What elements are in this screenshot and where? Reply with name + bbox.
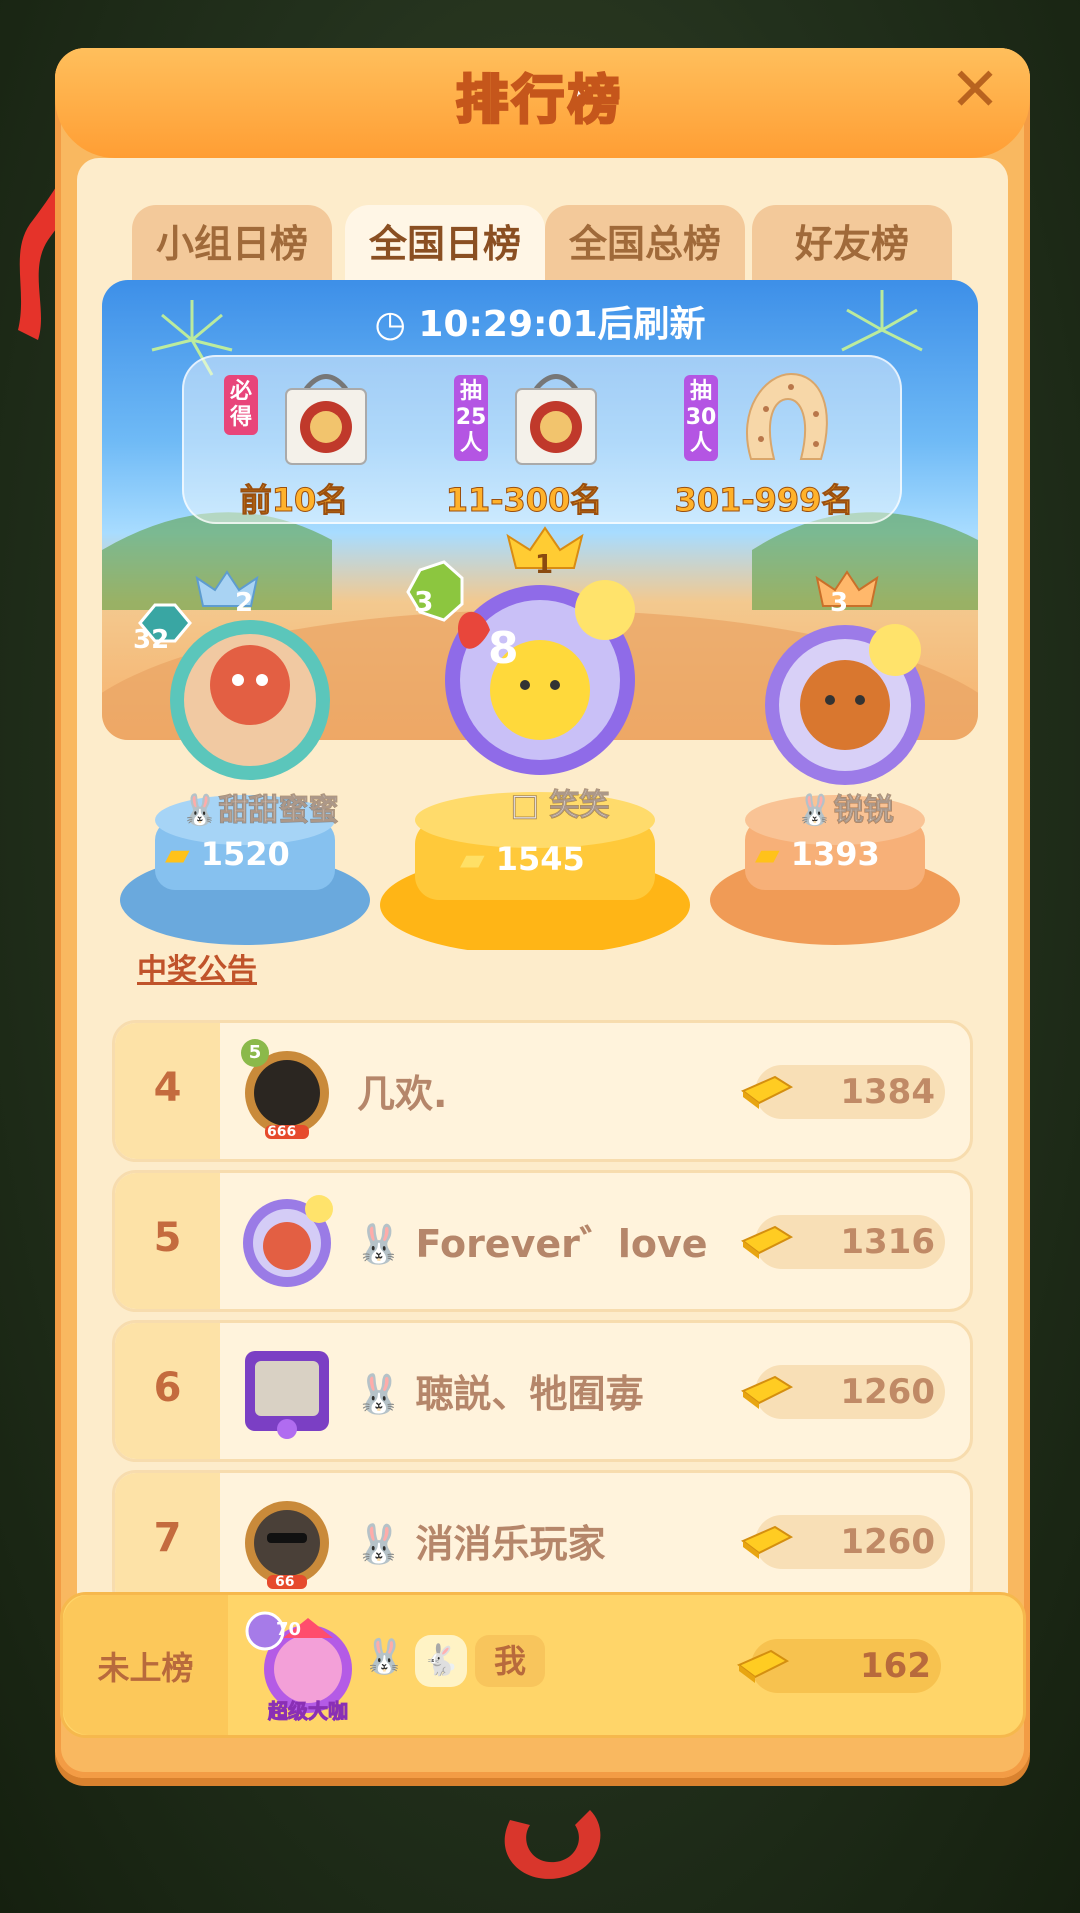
podium-1-avatar[interactable] bbox=[380, 520, 670, 790]
refresh-timer: ◷ 10:29:01后刷新 bbox=[0, 295, 1080, 347]
podium-1-badge: 8 bbox=[488, 623, 519, 674]
reward-range: 11-300名 bbox=[445, 481, 603, 520]
player-name: 几欢. bbox=[357, 1072, 448, 1116]
rabbit-badge-icon: 🐰 bbox=[796, 793, 834, 829]
podium-3-score: ▰ 1393 bbox=[755, 835, 880, 873]
ribbon-knot-decoration bbox=[504, 1810, 601, 1879]
avatar-badge: 666 bbox=[267, 1124, 297, 1140]
neck-pillow-icon bbox=[746, 372, 828, 460]
score-value: 1260 bbox=[840, 1372, 935, 1412]
rabbit-badge-icon: 🐰 bbox=[363, 1637, 406, 1677]
podium-1-place: 1 bbox=[535, 550, 554, 580]
rabbit-badge-icon: 🐰 bbox=[355, 1372, 416, 1416]
rabbit-badge-icon: 🐰 bbox=[355, 1222, 416, 1266]
tote-bag-icon bbox=[515, 374, 597, 465]
tab-friends[interactable]: 好友榜 bbox=[752, 205, 952, 285]
timer-text: 10:29:01后刷新 bbox=[418, 304, 706, 345]
winners-announcement-link[interactable]: 中奖公告 bbox=[137, 945, 257, 989]
title-badge: 超级大咖 bbox=[268, 1699, 349, 1724]
list-item[interactable]: 7 66 🐰 消消乐玩家 1260 bbox=[112, 1470, 973, 1612]
gold-bar-icon: ▰ bbox=[165, 835, 201, 873]
list-item[interactable]: 5 🐰 Forever゛love 1316 bbox=[112, 1170, 973, 1312]
reward-tag: 抽30人 bbox=[684, 375, 718, 461]
reward-tag: 抽25人 bbox=[454, 375, 488, 461]
tab-national-daily[interactable]: 全国日榜 bbox=[345, 205, 545, 285]
podium-1-level: 3 bbox=[414, 585, 434, 618]
reward-range: 301-999名 bbox=[674, 481, 854, 520]
bunny-icon: 🐇 bbox=[415, 1635, 467, 1687]
reward-tiers: 必得 前10名 抽25人 11-300名 抽30人 301-999名 bbox=[182, 355, 902, 524]
podium-1-name: □ 笑笑 bbox=[510, 788, 610, 824]
rank-number: 5 bbox=[153, 1215, 182, 1261]
rabbit-badge-icon: 🐰 bbox=[181, 793, 219, 829]
close-button[interactable]: ✕ bbox=[945, 60, 1005, 120]
close-icon: ✕ bbox=[949, 55, 1001, 125]
reward-tier-2[interactable]: 抽25人 11-300名 bbox=[414, 357, 634, 522]
rank-number: 4 bbox=[153, 1065, 182, 1111]
score-value: 1384 bbox=[840, 1072, 935, 1112]
clock-icon: ◷ bbox=[374, 304, 419, 345]
podium-2-score: ▰ 1520 bbox=[165, 835, 290, 873]
reward-tier-3[interactable]: 抽30人 301-999名 bbox=[644, 357, 884, 522]
my-name: 我 bbox=[475, 1635, 545, 1687]
reward-tier-1[interactable]: 必得 前10名 bbox=[184, 357, 404, 522]
avatar[interactable] bbox=[237, 1191, 337, 1291]
tab-group-daily[interactable]: 小组日榜 bbox=[132, 205, 332, 285]
reward-tag: 必得 bbox=[224, 375, 258, 435]
gold-bar-icon: ▰ bbox=[755, 835, 791, 873]
podium-3-name: 🐰锐锐 bbox=[796, 793, 894, 829]
my-rank-row[interactable]: 未上榜 70 超级大咖 🐰 🐇 我 162 bbox=[60, 1592, 1026, 1738]
gold-bar-icon: ▰ bbox=[460, 840, 496, 878]
reward-range: 前10名 bbox=[239, 481, 349, 520]
my-rank-status: 未上榜 bbox=[97, 1649, 194, 1687]
level-badge: 70 bbox=[276, 1619, 302, 1640]
score-value: 1316 bbox=[840, 1222, 935, 1262]
score-value: 1260 bbox=[840, 1522, 935, 1562]
podium-3-place: 3 bbox=[830, 588, 849, 618]
player-name: 🐰 消消乐玩家 bbox=[355, 1522, 606, 1566]
blank-square-icon: □ bbox=[510, 788, 550, 824]
tab-national-total[interactable]: 全国总榜 bbox=[545, 205, 745, 285]
avatar[interactable] bbox=[237, 1341, 337, 1441]
rabbit-badge-icon: 🐰 bbox=[355, 1522, 416, 1566]
my-score: 162 bbox=[860, 1646, 931, 1686]
list-item[interactable]: 6 🐰 聴説、牠囿毐 1260 bbox=[112, 1320, 973, 1462]
rank-number: 6 bbox=[153, 1365, 182, 1411]
avatar-badge: 66 bbox=[275, 1574, 295, 1590]
player-name: 🐰 Forever゛love bbox=[355, 1222, 708, 1266]
tote-bag-icon bbox=[285, 374, 367, 465]
podium-2-place: 2 bbox=[235, 588, 254, 618]
podium-2-level: 32 bbox=[133, 625, 170, 655]
player-name: 🐰 聴説、牠囿毐 bbox=[355, 1372, 644, 1416]
podium-2-name: 🐰甜甜蜜蜜 bbox=[181, 793, 339, 829]
level-badge: 5 bbox=[241, 1039, 269, 1067]
page-title: 排行榜 bbox=[454, 70, 624, 133]
list-item[interactable]: 4 5 666 几欢. 1384 bbox=[112, 1020, 973, 1162]
rank-number: 7 bbox=[153, 1515, 182, 1561]
podium-1-score: ▰ 1545 bbox=[460, 840, 585, 878]
